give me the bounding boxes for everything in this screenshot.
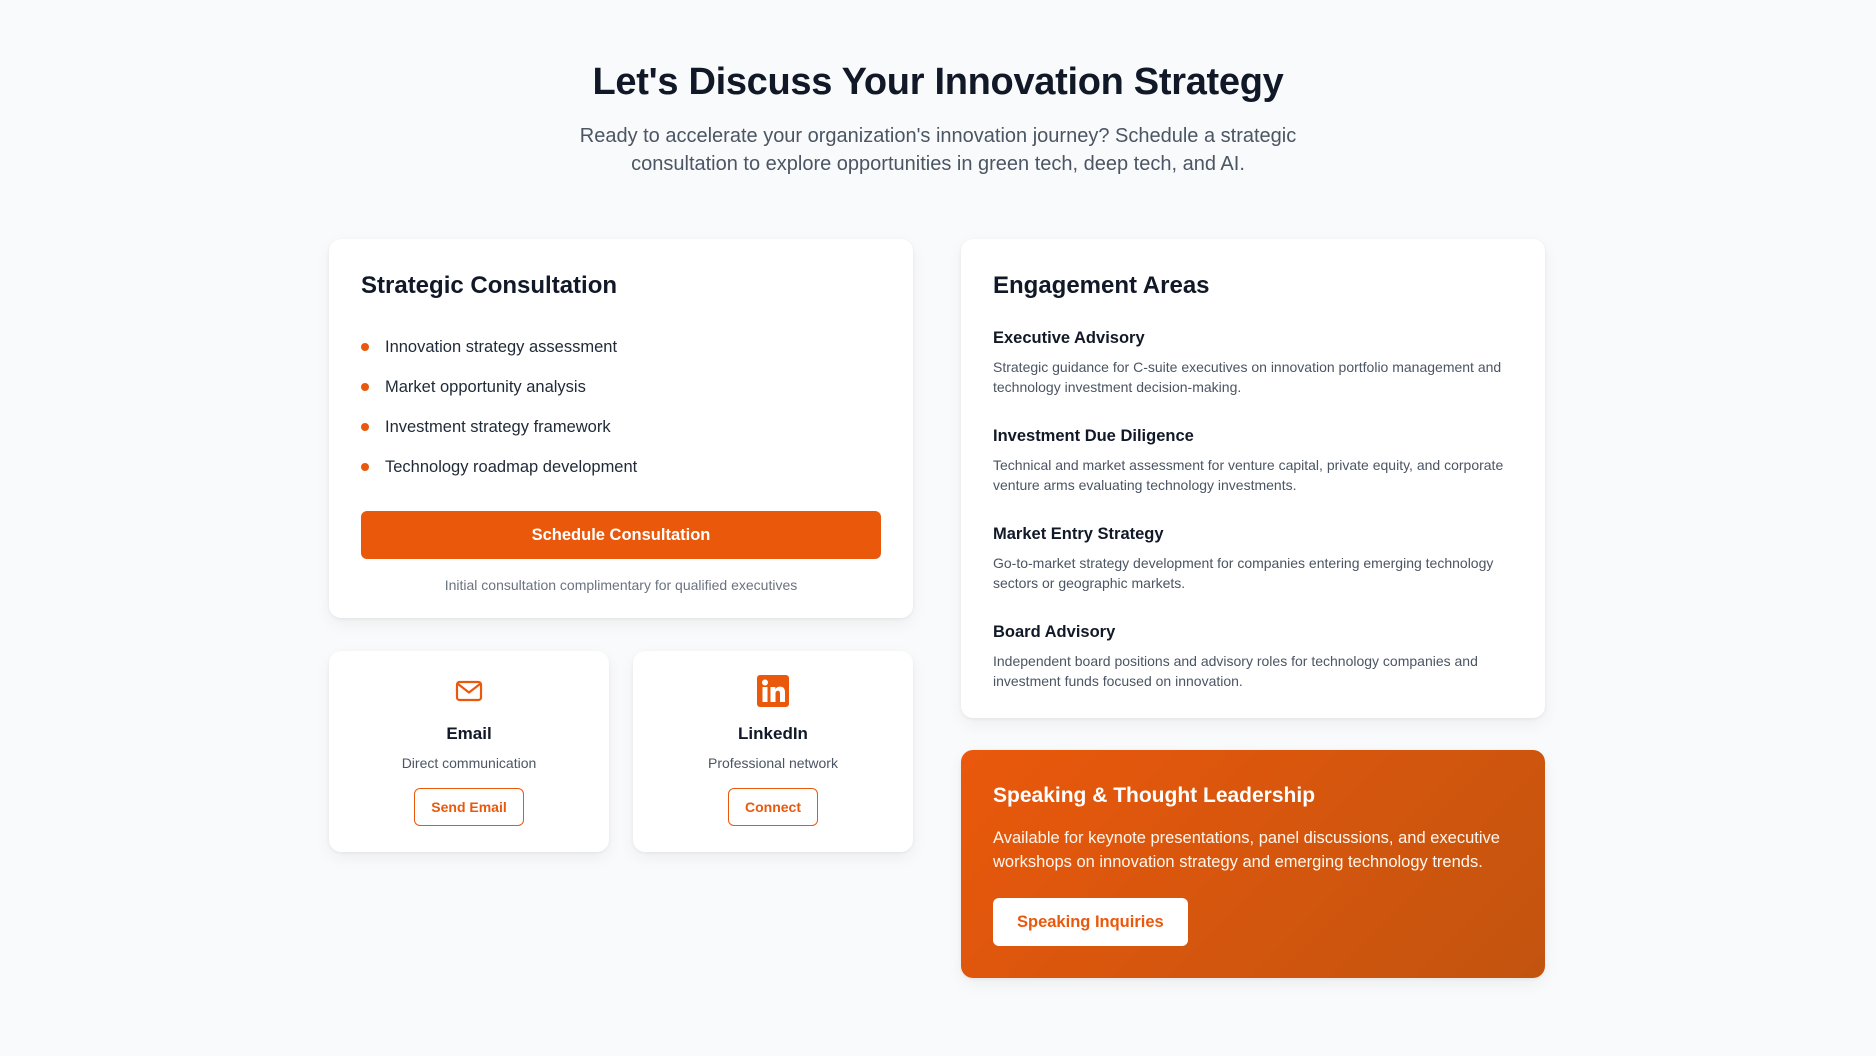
linkedin-icon [633,673,913,709]
consultation-title: Strategic Consultation [361,272,618,299]
linkedin-card: LinkedIn Professional network Connect [633,651,913,852]
engagement-area-title: Market Entry Strategy [993,525,1164,543]
engagement-area-description: Independent board positions and advisory… [993,653,1478,689]
engagement-area-title: Board Advisory [993,623,1116,641]
engagement-area-description: Technical and market assessment for vent… [993,457,1504,493]
list-item: Market opportunity analysis [361,367,881,407]
contact-page: Let's Discuss Your Innovation Strategy R… [0,0,1876,1056]
engagement-title: Engagement Areas [993,272,1210,299]
consultation-card: Strategic Consultation Innovation strate… [329,239,913,618]
consultation-note: Initial consultation complimentary for q… [444,577,798,593]
engagement-area-title: Investment Due Diligence [993,427,1194,445]
page-title: Let's Discuss Your Innovation Strategy [592,61,1284,103]
linkedin-title: LinkedIn [738,724,808,743]
list-item-label: Technology roadmap development [385,457,638,476]
speaking-inquiries-button[interactable]: Speaking Inquiries [993,898,1188,946]
page-subtitle: Ready to accelerate your organization's … [579,125,1297,175]
list-item: Innovation strategy assessment [361,327,881,367]
engagement-card: Engagement Areas Executive Advisory Stra… [961,239,1545,718]
engagement-area: Executive Advisory Strategic guidance fo… [993,327,1513,397]
connect-button[interactable]: Connect [728,788,818,826]
email-subtitle: Direct communication [401,755,537,771]
engagement-area: Investment Due Diligence Technical and m… [993,425,1513,495]
email-title: Email [446,724,492,743]
linkedin-subtitle: Professional network [708,755,838,771]
bullet-dot-icon [361,343,369,351]
bullet-dot-icon [361,383,369,391]
engagement-area-title: Executive Advisory [993,329,1145,347]
engagement-area-description: Strategic guidance for C-suite executive… [993,359,1502,395]
engagement-area-description: Go-to-market strategy development for co… [993,555,1494,591]
consultation-list: Innovation strategy assessment Market op… [361,327,881,487]
list-item: Technology roadmap development [361,447,881,487]
speaking-card: Speaking & Thought Leadership Available … [961,750,1545,978]
schedule-consultation-button[interactable]: Schedule Consultation [361,511,881,559]
bullet-dot-icon [361,423,369,431]
send-email-button[interactable]: Send Email [414,788,524,826]
engagement-area: Market Entry Strategy Go-to-market strat… [993,523,1513,593]
list-item-label: Market opportunity analysis [385,377,586,396]
list-item: Investment strategy framework [361,407,881,447]
email-card: Email Direct communication Send Email [329,651,609,852]
mail-icon [329,673,609,709]
speaking-title: Speaking & Thought Leadership [993,784,1316,807]
speaking-description: Available for keynote presentations, pan… [993,829,1500,871]
list-item-label: Investment strategy framework [385,417,611,436]
bullet-dot-icon [361,463,369,471]
engagement-area: Board Advisory Independent board positio… [993,621,1513,691]
hero-section: Let's Discuss Your Innovation Strategy R… [0,56,1876,178]
list-item-label: Innovation strategy assessment [385,337,618,356]
